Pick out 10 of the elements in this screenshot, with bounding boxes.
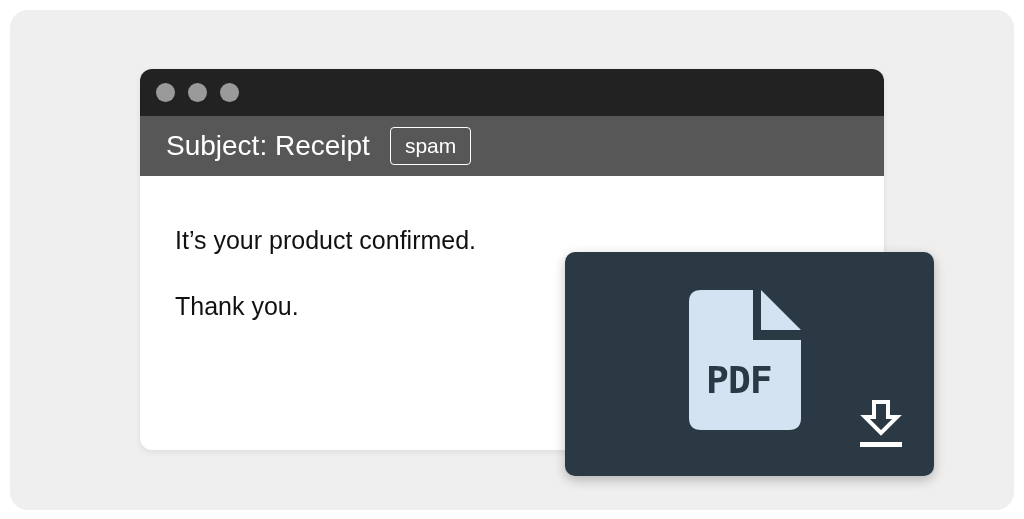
message-text: Thank you.: [175, 291, 300, 322]
download-icon[interactable]: [860, 400, 902, 448]
window-dot-icon[interactable]: [220, 83, 239, 102]
window-dot-icon[interactable]: [156, 83, 175, 102]
window-dot-icon[interactable]: [188, 83, 207, 102]
document-icon: [689, 290, 801, 430]
tag-label: spam: [389, 127, 472, 165]
message-text: It’s your product confirmed.: [175, 225, 478, 256]
file-type-label: PDF: [706, 360, 772, 400]
subject-line: Subject: Receipt: [166, 130, 370, 162]
